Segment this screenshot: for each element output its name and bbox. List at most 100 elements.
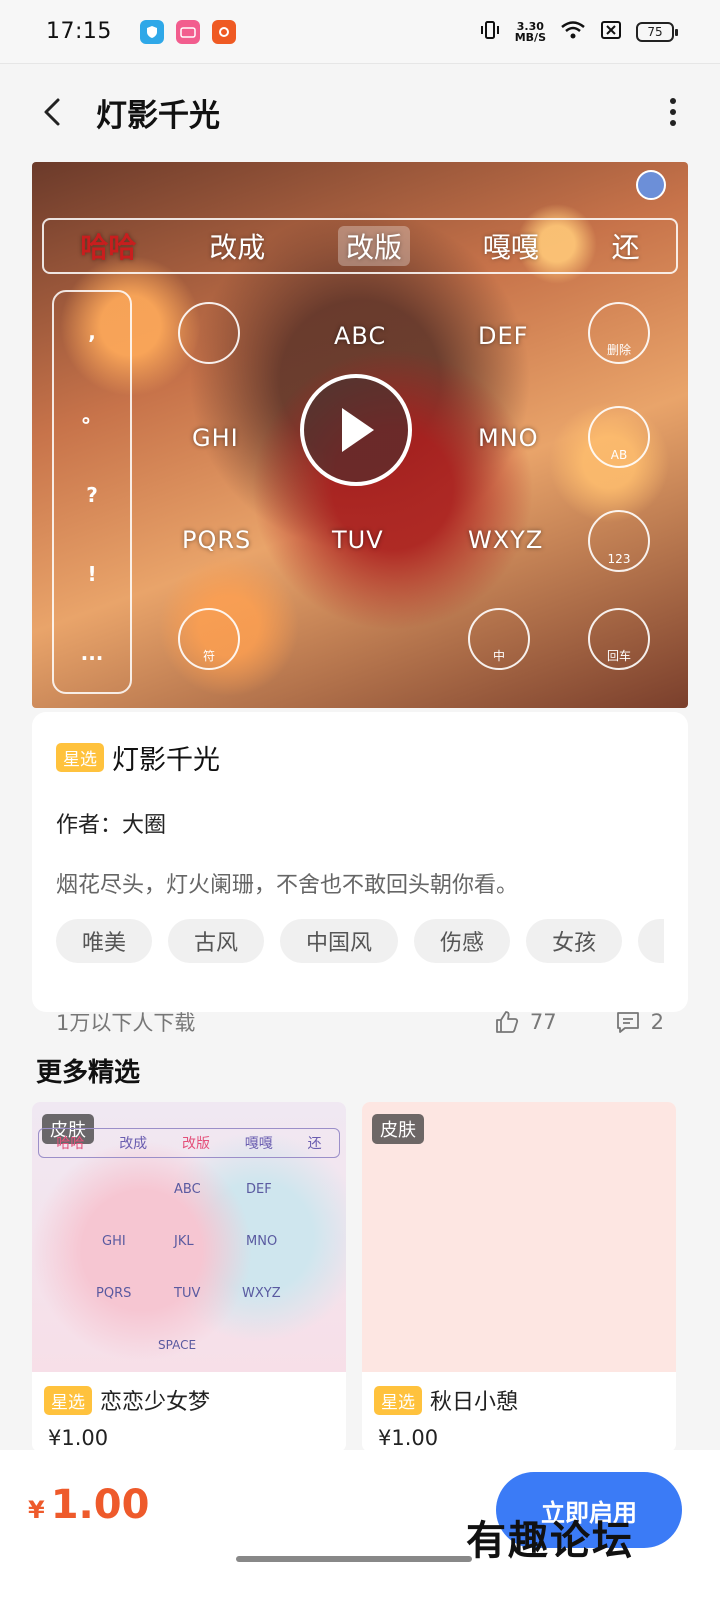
mini-key: MNO <box>246 1234 278 1249</box>
tag-chip[interactable]: 伤感 <box>414 919 511 963</box>
punct-key: ... <box>80 640 104 665</box>
skin-type-label: 皮肤 <box>372 1114 424 1144</box>
candidate-word: 还 <box>611 231 640 264</box>
enter-key: 回车 <box>588 608 650 670</box>
key-pqrs: PQRS <box>182 526 252 554</box>
key-wxyz: WXYZ <box>468 526 544 554</box>
skin-title-row: 星选 灯影千光 <box>56 738 664 777</box>
key-ghi: GHI <box>192 424 239 452</box>
card-title-row: 星选 恋恋少女梦 <box>32 1372 346 1416</box>
candidate-bar: 哈哈 改成 改版 嘎嘎 还 <box>42 218 678 274</box>
key-abc: ABC <box>334 322 387 350</box>
back-button[interactable] <box>32 92 72 132</box>
mini-candidate-word: 嘎嘎 <box>244 1136 273 1152</box>
card-title: 秋日小憩 <box>430 1390 519 1415</box>
vibrate-icon <box>479 19 501 45</box>
punct-key: , <box>88 319 96 344</box>
num-key: 123 <box>588 510 650 572</box>
candidate-word: 哈哈 <box>80 231 137 264</box>
like-button[interactable]: 77 <box>494 1009 557 1035</box>
home-indicator[interactable] <box>236 1556 472 1562</box>
lang-key: 中 <box>468 608 530 670</box>
key-mno: MNO <box>478 424 539 452</box>
bottom-action-bar: ¥1.00 立即启用 有趣论坛 <box>0 1450 720 1600</box>
comment-count: 2 <box>650 1010 664 1034</box>
status-time: 17:15 <box>46 19 112 44</box>
candidate-word: 改版 <box>337 226 410 266</box>
tag-chip[interactable]: 古风 <box>168 919 265 963</box>
mini-key: PQRS <box>96 1286 132 1301</box>
delete-key: 删除 <box>588 302 650 364</box>
ab-key-label: AB <box>610 448 628 462</box>
header: 灯影千光 <box>0 64 720 160</box>
emoji-key <box>178 302 240 364</box>
skin-card-thumbnail: 皮肤 <box>362 1102 676 1372</box>
sim-x-icon <box>600 20 622 44</box>
tag-chip-partial[interactable] <box>638 919 664 963</box>
shield-app-icon <box>139 19 164 44</box>
battery-indicator: 75 <box>636 21 678 42</box>
symbol-key-label: 符 <box>202 649 215 663</box>
currency-symbol: ¥ <box>28 1496 45 1524</box>
more-section-title: 更多精选 <box>36 1058 141 1088</box>
mini-candidate-bar: 哈哈 改成 改版 嘎嘎 还 <box>38 1128 340 1158</box>
stats-row: 1万以下人下载 77 2 <box>56 1007 664 1037</box>
card-price: ¥1.00 <box>48 1426 109 1450</box>
back-arrow-icon <box>44 98 60 126</box>
skin-card-thumbnail: 皮肤 哈哈 改成 改版 嘎嘎 还 ABC DEF GHI JKL MNO PQR… <box>32 1102 346 1372</box>
page-title: 灯影千光 <box>96 97 220 134</box>
mini-candidate-word: 还 <box>307 1136 322 1152</box>
skin-price: ¥1.00 <box>28 1482 149 1528</box>
download-count: 1万以下人下载 <box>56 1011 196 1035</box>
comment-icon <box>616 1012 639 1033</box>
mini-key: WXYZ <box>242 1286 281 1301</box>
skin-info-card: 星选 灯影千光 作者：大圈 烟花尽头，灯火阑珊，不舍也不敢回头朝你看。 唯美 古… <box>32 712 688 1035</box>
mini-key: JKL <box>174 1234 194 1249</box>
tag-chip[interactable]: 唯美 <box>56 919 153 963</box>
skin-preview-video[interactable]: 哈哈 改成 改版 嘎嘎 还 , 。 ? ! ... ABC DEF GHI MN… <box>32 162 688 708</box>
play-icon <box>342 408 374 452</box>
watermark-text: 有趣论坛 <box>466 1517 634 1564</box>
candidate-word: 嘎嘎 <box>482 231 539 264</box>
comment-button[interactable]: 2 <box>615 1009 664 1035</box>
delete-key-label: 删除 <box>606 343 631 357</box>
key-tuv: TUV <box>332 526 384 554</box>
thumbs-up-icon <box>495 1011 518 1033</box>
punct-key: 。 <box>82 402 102 427</box>
lang-key-label: 中 <box>492 649 505 663</box>
more-vertical-icon <box>670 98 676 126</box>
skin-card[interactable]: 皮肤 星选 秋日小憩 ¥1.00 <box>362 1102 676 1452</box>
punct-key: ! <box>87 561 97 586</box>
candidate-word: 改成 <box>209 231 266 264</box>
tag-chip[interactable]: 女孩 <box>526 919 623 963</box>
tag-chip[interactable]: 中国风 <box>280 919 399 963</box>
author-label[interactable]: 作者：大圈 <box>56 807 664 839</box>
enter-key-label: 回车 <box>606 649 631 663</box>
mini-key: TUV <box>174 1286 201 1301</box>
like-count: 77 <box>529 1010 557 1034</box>
card-title-row: 星选 秋日小憩 <box>362 1372 676 1416</box>
net-speed-unit: MB/S <box>514 30 546 44</box>
mini-candidate-word: 哈哈 <box>56 1136 85 1152</box>
orange-app-icon <box>211 19 236 44</box>
skin-card[interactable]: 皮肤 哈哈 改成 改版 嘎嘎 还 ABC DEF GHI JKL MNO PQR… <box>32 1102 346 1452</box>
wifi-icon <box>560 20 586 44</box>
symbol-key: 符 <box>178 608 240 670</box>
more-options-button[interactable] <box>658 92 688 132</box>
star-pick-badge: 星选 <box>56 743 104 772</box>
play-button[interactable] <box>300 374 412 486</box>
mini-key: SPACE <box>158 1338 197 1352</box>
skin-title: 灯影千光 <box>112 745 220 776</box>
status-indicators: 3.30 MB/S 75 <box>479 19 678 45</box>
price-amount: 1.00 <box>50 1482 150 1528</box>
mini-key: DEF <box>246 1182 272 1197</box>
mini-candidate-word: 改成 <box>119 1136 148 1152</box>
mini-key: GHI <box>102 1234 126 1249</box>
skin-description: 烟花尽头，灯火阑珊，不舍也不敢回头朝你看。 <box>56 873 519 898</box>
card-title: 恋恋少女梦 <box>100 1390 211 1415</box>
num-key-label: 123 <box>607 552 631 566</box>
tag-list: 唯美 古风 中国风 伤感 女孩 <box>56 919 664 963</box>
key-def: DEF <box>478 322 529 350</box>
star-pick-badge: 星选 <box>44 1385 92 1415</box>
net-speed-value: 3.30 <box>516 19 544 33</box>
